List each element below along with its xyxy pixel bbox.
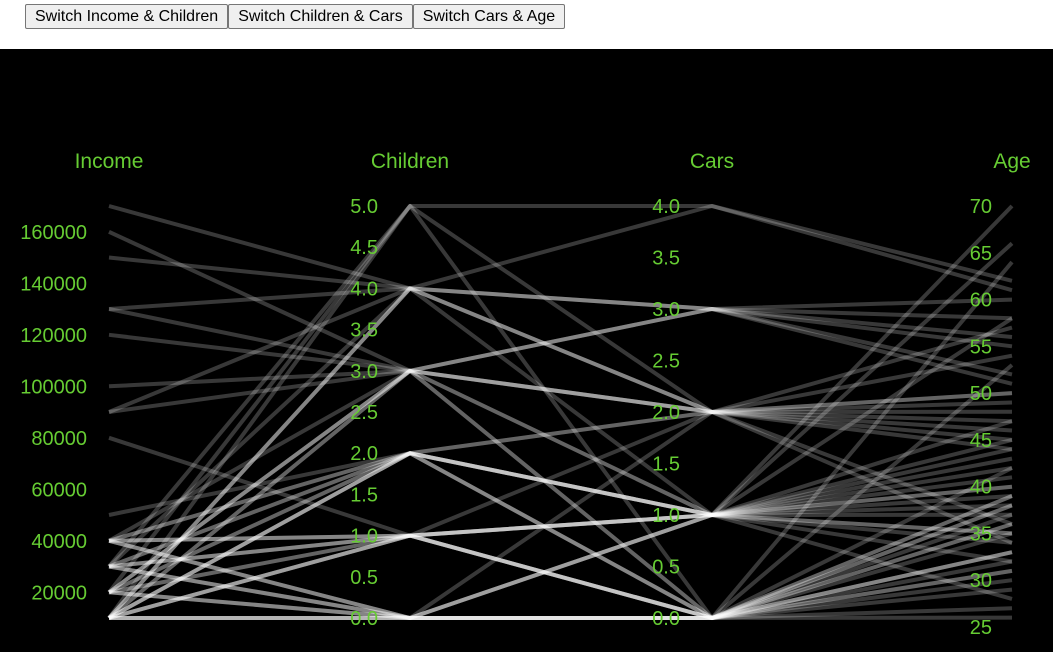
tick-label-children-4: 2.0: [350, 443, 378, 465]
tick-label-age-5: 50: [970, 383, 992, 405]
axis-title-cars: Cars: [690, 150, 734, 173]
tick-label-children-5: 2.5: [350, 402, 378, 424]
tick-label-cars-5: 2.5: [652, 351, 680, 373]
axis-cars: Cars 0.0 0.5 1.0 1.5 2.0 2.5 3.0 3.5 4.0: [652, 150, 734, 630]
tick-label-age-7: 60: [970, 290, 992, 312]
tick-label-age-8: 65: [970, 243, 992, 265]
tick-label-age-4: 45: [970, 430, 992, 452]
tick-label-age-2: 35: [970, 523, 992, 545]
tick-label-age-9: 70: [970, 196, 992, 218]
tick-label-age-0: 25: [970, 617, 992, 639]
tick-label-income-6: 140000: [20, 273, 87, 295]
tick-label-cars-1: 0.5: [652, 557, 680, 579]
axis-title-income: Income: [75, 150, 144, 173]
tick-label-income-2: 60000: [31, 479, 87, 501]
tick-label-children-9: 4.5: [350, 237, 378, 259]
tick-label-children-0: 0.0: [350, 608, 378, 630]
tick-label-income-1: 40000: [31, 531, 87, 553]
toolbar: Switch Income & Children Switch Children…: [25, 4, 566, 30]
tick-label-income-0: 20000: [31, 582, 87, 604]
record-lines: [107, 204, 1014, 620]
tick-label-cars-8: 4.0: [652, 196, 680, 218]
tick-label-income-3: 80000: [31, 428, 87, 450]
switch-income-children-button[interactable]: Switch Income & Children: [25, 4, 229, 29]
tick-label-children-2: 1.0: [350, 526, 378, 548]
tick-label-cars-2: 1.0: [652, 505, 680, 527]
switch-cars-age-button[interactable]: Switch Cars & Age: [412, 4, 566, 29]
tick-label-cars-0: 0.0: [652, 608, 680, 630]
tick-label-cars-6: 3.0: [652, 299, 680, 321]
tick-label-cars-7: 3.5: [652, 248, 680, 270]
tick-label-cars-4: 2.0: [652, 402, 680, 424]
tick-label-children-3: 1.5: [350, 484, 378, 506]
tick-label-age-1: 30: [970, 570, 992, 592]
tick-label-age-3: 40: [970, 477, 992, 499]
tick-label-children-10: 5.0: [350, 196, 378, 218]
parallel-coordinates-chart: Income 20000 40000 60000 80000 100000 120000 14…: [0, 49, 1053, 652]
tick-label-children-1: 0.5: [350, 567, 378, 589]
tick-label-income-4: 100000: [20, 376, 87, 398]
tick-label-age-6: 55: [970, 336, 992, 358]
tick-label-children-7: 3.5: [350, 320, 378, 342]
axis-title-children: Children: [371, 150, 449, 173]
axis-title-age: Age: [993, 150, 1030, 173]
tick-label-income-7: 160000: [20, 222, 87, 244]
tick-label-children-6: 3.0: [350, 361, 378, 383]
switch-children-cars-button[interactable]: Switch Children & Cars: [228, 4, 413, 29]
tick-label-income-5: 120000: [20, 325, 87, 347]
tick-label-children-8: 4.0: [350, 278, 378, 300]
tick-label-cars-3: 1.5: [652, 454, 680, 476]
